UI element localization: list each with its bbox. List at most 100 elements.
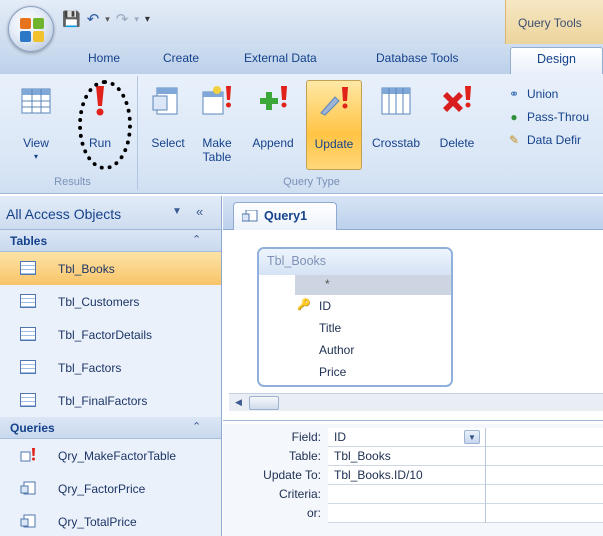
field-author[interactable]: Author: [259, 339, 451, 361]
crosstab-button-label: Crosstab: [371, 136, 421, 150]
grid-cell-empty[interactable]: [486, 485, 603, 504]
nav-item-qry-totalprice[interactable]: Qry_TotalPrice: [0, 505, 221, 536]
field-list-tbl-books[interactable]: Tbl_Books * 🔑 ID Title Author Price: [257, 247, 453, 387]
select-query-icon: [20, 481, 36, 495]
crosstab-query-icon: [381, 87, 411, 115]
chevron-down-icon[interactable]: ▼: [172, 206, 182, 217]
nav-title: All Access Objects: [6, 206, 122, 222]
nav-item-tbl-factordetails[interactable]: Tbl_FactorDetails: [0, 318, 221, 351]
grid-cell-or[interactable]: [328, 504, 486, 523]
nav-item-label: Tbl_Factors: [58, 361, 122, 375]
delete-button[interactable]: Delete: [430, 80, 484, 170]
nav-item-tbl-customers[interactable]: Tbl_Customers: [0, 285, 221, 318]
make-table-button[interactable]: Make Table: [194, 80, 240, 170]
field-name: Title: [319, 321, 342, 335]
nav-item-qry-makefactortable[interactable]: Qry_MakeFactorTable: [0, 439, 221, 472]
nav-section-queries[interactable]: Queries ⌃: [0, 417, 221, 439]
field-title[interactable]: Title: [259, 317, 451, 339]
chevron-down-icon[interactable]: ▼: [464, 430, 480, 444]
tab-external-data[interactable]: External Data: [244, 51, 317, 65]
grid-row-field: Field: ID ▼: [223, 428, 603, 447]
nav-item-tbl-finalfactors[interactable]: Tbl_FinalFactors: [0, 384, 221, 417]
table-icon: [20, 294, 36, 308]
save-icon[interactable]: 💾: [62, 12, 81, 27]
globe-icon: ●: [510, 109, 518, 124]
scroll-left-icon[interactable]: ◀: [235, 397, 242, 408]
nav-header[interactable]: All Access Objects ▼ «: [0, 196, 221, 230]
chevron-down-icon[interactable]: ▾: [105, 12, 110, 27]
data-definition-button[interactable]: ✎ Data Defir: [506, 128, 589, 151]
pass-through-button-label: Pass-Throu: [527, 109, 590, 124]
query-design-grid: Field: ID ▼ Table: Tbl_Books Update To: …: [223, 424, 603, 536]
tab-query1[interactable]: Query1: [233, 202, 337, 230]
grid-row-label: Criteria:: [278, 487, 321, 501]
union-icon: ⚭: [508, 86, 520, 101]
nav-item-label: Tbl_Books: [58, 262, 115, 276]
horizontal-scrollbar[interactable]: ◀: [229, 393, 603, 411]
make-table-icon: [202, 86, 231, 115]
select-button[interactable]: Select: [142, 80, 194, 170]
primary-key-icon: 🔑: [297, 299, 311, 311]
collapse-section-icon[interactable]: ⌃: [192, 233, 201, 246]
grid-cell-empty[interactable]: [486, 428, 603, 447]
navigation-pane: All Access Objects ▼ « Tables ⌃ Tbl_Book…: [0, 196, 222, 536]
query-type-small-buttons: ⚭ Union ● Pass-Throu ✎ Data Defir: [506, 82, 589, 151]
grid-cell-empty[interactable]: [486, 466, 603, 485]
nav-item-qry-factorprice[interactable]: Qry_FactorPrice: [0, 472, 221, 505]
redo-icon[interactable]: ↷: [116, 12, 129, 27]
field-id[interactable]: 🔑 ID: [259, 295, 451, 317]
query-design-area: Tbl_Books * 🔑 ID Title Author Price ◀: [223, 231, 603, 421]
update-button[interactable]: Update: [306, 80, 362, 170]
field-list-header[interactable]: Tbl_Books: [259, 249, 451, 275]
document-tabs: Query1: [223, 196, 603, 230]
field-price[interactable]: Price: [259, 361, 451, 383]
make-table-query-icon: [20, 448, 35, 462]
office-button[interactable]: [8, 6, 54, 52]
tab-home[interactable]: Home: [88, 51, 120, 65]
nav-item-label: Tbl_Customers: [58, 295, 140, 309]
grid-cell-field[interactable]: ID ▼: [328, 428, 486, 447]
highlight-annotation-circle: [78, 80, 132, 170]
title-bar: 💾 ↶ ▾ ↷ ▾ ▾ Query Tools: [0, 0, 603, 44]
grid-cell-empty[interactable]: [486, 447, 603, 466]
table-icon: [20, 360, 36, 374]
tab-create[interactable]: Create: [163, 51, 199, 65]
tab-database-tools[interactable]: Database Tools: [376, 51, 459, 65]
nav-item-tbl-books[interactable]: Tbl_Books: [0, 252, 221, 285]
view-button[interactable]: View ▾: [10, 80, 62, 170]
crosstab-button[interactable]: Crosstab: [366, 80, 426, 170]
nav-item-tbl-factors[interactable]: Tbl_Factors: [0, 351, 221, 384]
document-tab-label: Query1: [264, 209, 308, 223]
append-button[interactable]: Append: [244, 80, 302, 170]
pass-through-button[interactable]: ● Pass-Throu: [506, 105, 589, 128]
datasheet-view-icon: [21, 88, 51, 114]
grid-cell-criteria[interactable]: [328, 485, 486, 504]
office-logo-icon: [20, 18, 44, 42]
field-name: ID: [319, 299, 331, 313]
grid-row-or: or:: [223, 504, 603, 523]
grid-cell-table[interactable]: Tbl_Books: [328, 447, 486, 466]
collapse-section-icon[interactable]: ⌃: [192, 420, 201, 433]
grid-cell-empty[interactable]: [486, 504, 603, 523]
grid-row-label: Field:: [291, 430, 321, 444]
update-button-label: Update: [314, 137, 354, 151]
chevron-down-icon: ▾: [33, 152, 38, 161]
undo-icon[interactable]: ↶: [87, 12, 100, 27]
grid-row-label: Table:: [288, 449, 321, 463]
scroll-thumb[interactable]: [249, 396, 279, 410]
field-all-columns[interactable]: *: [295, 275, 451, 295]
grid-cell-update-to[interactable]: Tbl_Books.ID/10: [328, 466, 486, 485]
table-icon: [20, 393, 36, 407]
view-button-label: View: [23, 136, 49, 150]
table-icon: [20, 261, 36, 275]
nav-section-title: Queries: [10, 421, 55, 435]
nav-section-tables[interactable]: Tables ⌃: [0, 230, 221, 252]
collapse-pane-icon[interactable]: «: [196, 204, 203, 219]
append-query-icon: [260, 86, 287, 110]
union-button[interactable]: ⚭ Union: [506, 82, 589, 105]
customize-toolbar-icon[interactable]: ▾: [145, 12, 150, 27]
chevron-down-icon[interactable]: ▾: [134, 12, 139, 27]
nav-item-label: Tbl_FactorDetails: [58, 328, 153, 342]
tab-design[interactable]: Design: [510, 47, 603, 74]
update-query-icon: [320, 87, 348, 116]
